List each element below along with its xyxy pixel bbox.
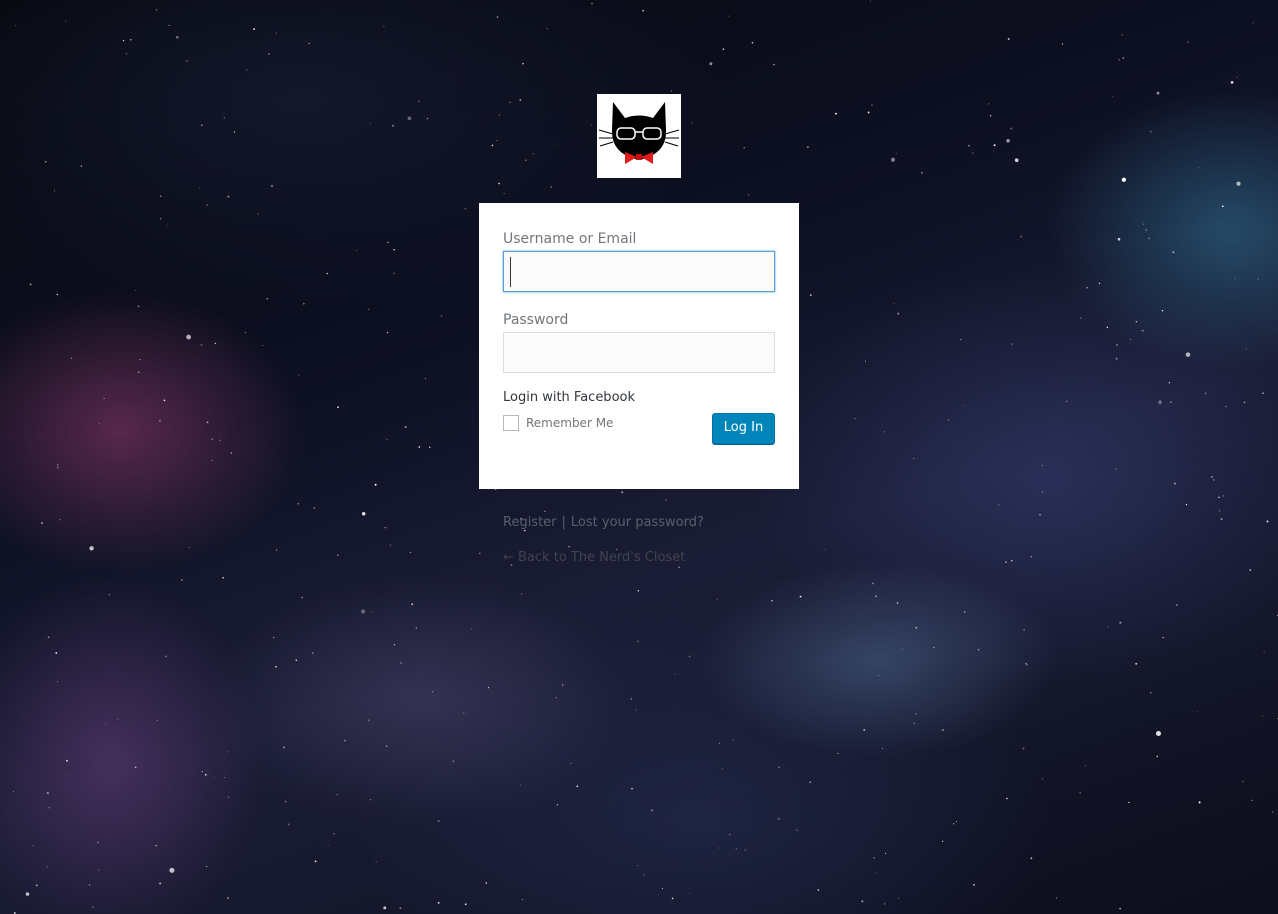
login-with-facebook-link[interactable]: Login with Facebook (503, 389, 775, 407)
nav-separator: | (561, 515, 566, 530)
cat-with-sunglasses-and-bow-tie-icon (598, 102, 680, 164)
login-nav: Register | Lost your password? (503, 514, 704, 532)
back-to-site-link[interactable]: ← Back to The Nerd's Closet (503, 549, 685, 567)
password-label: Password (503, 312, 569, 328)
remember-me: Remember Me (503, 415, 613, 431)
text-caret (510, 257, 511, 287)
lost-password-link[interactable]: Lost your password? (571, 515, 704, 530)
login-button[interactable]: Log In (712, 413, 775, 444)
remember-me-label: Remember Me (526, 416, 614, 430)
register-link[interactable]: Register (503, 515, 557, 530)
remember-me-checkbox[interactable] (503, 415, 519, 431)
password-input[interactable] (503, 332, 775, 373)
username-label: Username or Email (503, 231, 637, 247)
username-input[interactable] (503, 251, 775, 292)
login-form: Username or Email Password Login with Fa… (479, 203, 799, 489)
site-logo[interactable] (597, 94, 681, 178)
